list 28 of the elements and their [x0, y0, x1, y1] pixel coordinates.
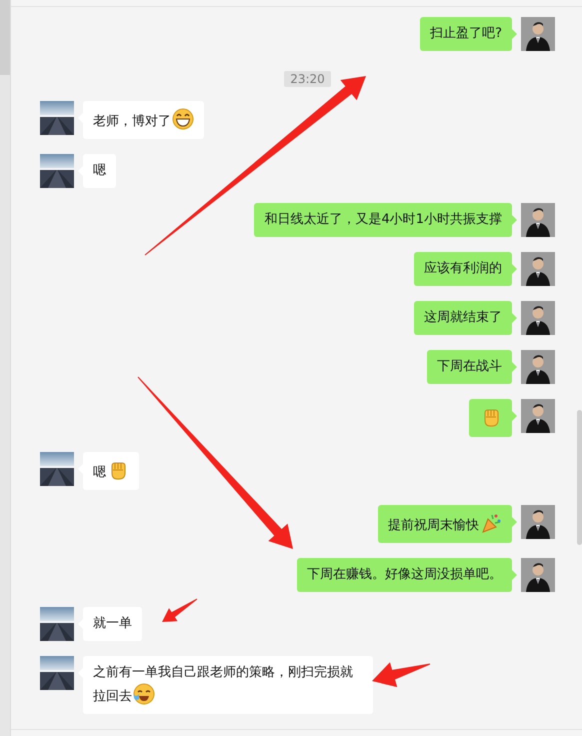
person-avatar: [521, 252, 555, 286]
person-avatar: [521, 203, 555, 237]
person-avatar: [521, 17, 555, 51]
sent-message-bubble: 扫止盈了吧?: [420, 17, 512, 51]
scrollbar-thumb[interactable]: [577, 410, 582, 545]
scrollbar-thumb[interactable]: [0, 0, 10, 75]
party-popper-icon: [480, 512, 502, 534]
received-message-bubble: 就一单: [83, 607, 142, 641]
received-message-bubble: 老师，博对了: [83, 101, 204, 139]
person-avatar: [521, 350, 555, 384]
grinning-emoji-icon: [172, 108, 194, 130]
laughing-crying-emoji-icon: [133, 683, 155, 705]
person-avatar: [521, 505, 555, 539]
person-avatar: [521, 301, 555, 335]
person-avatar: [521, 399, 555, 433]
sent-message-bubble: 提前祝周末愉快: [378, 505, 512, 543]
sent-message-bubble: 下周在战斗: [427, 350, 512, 384]
sent-message-bubble: 和日线太近了，又是4小时1小时共振支撑: [254, 203, 512, 237]
timestamp: 23:20: [284, 71, 331, 87]
person-avatar: [521, 558, 555, 592]
received-message-bubble: 嗯: [83, 452, 139, 490]
annotation-arrow: [372, 662, 430, 688]
annotation-arrow: [162, 598, 198, 622]
sent-message-bubble: 下周在赚钱。好像这周没损单吧。: [297, 558, 512, 592]
received-message-bubble: 之前有一单我自己跟老师的策略，刚扫完损就拉回去: [83, 656, 373, 714]
received-message-bubble: 嗯: [83, 154, 116, 188]
sent-message-bubble: 应该有利润的: [414, 252, 512, 286]
sent-message-bubble: 这周就结束了: [414, 301, 512, 335]
